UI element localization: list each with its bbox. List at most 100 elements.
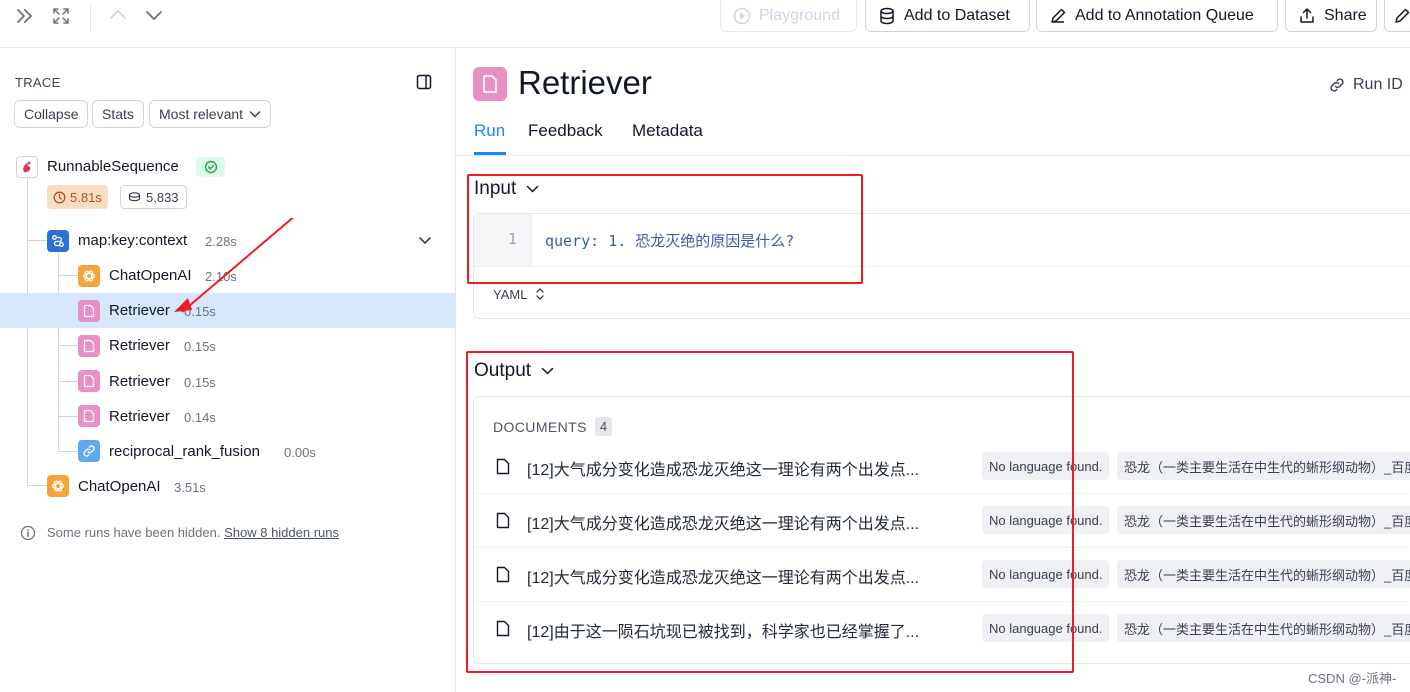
fullscreen-icon[interactable]: [51, 6, 71, 26]
document-text: [12]大气成分变化造成恐龙灭绝这一理论有两个出发点...: [527, 462, 920, 479]
openai-icon: [78, 265, 100, 287]
tree-connector: [58, 381, 78, 382]
document-icon: [496, 566, 510, 583]
document-row[interactable]: [12]大气成分变化造成恐龙灭绝这一理论有两个出发点... No languag…: [474, 494, 1410, 548]
add-to-annotation-queue-button[interactable]: Add to Annotation Queue: [1036, 0, 1278, 32]
document-row[interactable]: [12]大气成分变化造成恐龙灭绝这一理论有两个出发点... No languag…: [474, 440, 1410, 494]
sort-label: Most relevant: [159, 106, 244, 122]
toolbar-divider: [90, 4, 91, 32]
chevron-down-icon[interactable]: [144, 6, 164, 24]
share-icon: [1298, 7, 1316, 25]
top-toolbar: Playground Add to Dataset Add to Annotat…: [0, 0, 1410, 48]
document-row[interactable]: [12]由于这一陨石坑现已被找到，科学家也已经掌握了... No languag…: [474, 602, 1410, 656]
tab-metadata[interactable]: Metadata: [632, 121, 703, 141]
annotation-arrow: [174, 218, 295, 313]
trace-node-time: 3.51s: [174, 480, 206, 495]
info-icon: [20, 525, 36, 541]
watermark: CSDN @-派神-: [1308, 671, 1397, 686]
input-card: 1 query: 1. 恐龙灭绝的原因是什么? YAML: [473, 213, 1410, 319]
tree-connector: [58, 275, 78, 276]
retriever-icon: [78, 370, 100, 392]
run-detail-panel: Retriever Run ID Run Feedback Metadata I…: [457, 48, 1410, 692]
document-text: [12]大气成分变化造成恐龙灭绝这一理论有两个出发点...: [527, 516, 920, 533]
output-section-toggle[interactable]: Output: [474, 360, 554, 382]
link-icon: [78, 440, 100, 462]
active-tab-indicator: [474, 152, 506, 155]
retriever-icon: [78, 300, 100, 322]
format-select[interactable]: YAML: [493, 286, 545, 302]
format-label: YAML: [493, 286, 528, 302]
playground-button[interactable]: Playground: [720, 0, 857, 32]
tab-run[interactable]: Run: [474, 121, 505, 141]
share-button[interactable]: Share: [1285, 0, 1377, 32]
run-id-button[interactable]: Run ID: [1328, 76, 1403, 94]
output-card: DOCUMENTS 4 [12]大气成分变化造成恐龙灭绝这一理论有两个出发点..…: [473, 396, 1410, 664]
collapse-button[interactable]: Collapse: [14, 100, 89, 128]
language-tag: No language found.: [982, 560, 1110, 588]
pencil-icon: [1049, 7, 1067, 25]
trace-node-time: 0.00s: [284, 445, 316, 460]
document-row[interactable]: [12]大气成分变化造成恐龙灭绝这一理论有两个出发点... No languag…: [474, 548, 1410, 602]
input-section-toggle[interactable]: Input: [474, 178, 539, 200]
add-to-dataset-button[interactable]: Add to Dataset: [865, 0, 1030, 32]
link-icon: [1328, 76, 1346, 94]
share-label: Share: [1324, 6, 1367, 24]
chevron-down-icon: [541, 366, 554, 376]
language-tag: No language found.: [982, 614, 1110, 642]
playground-label: Playground: [759, 6, 840, 24]
trace-node-label[interactable]: reciprocal_rank_fusion: [109, 443, 260, 460]
source-tag: 恐龙（一类主要生活在中生代的蜥形纲动物）_百度: [1117, 506, 1410, 534]
source-tag: 恐龙（一类主要生活在中生代的蜥形纲动物）_百度: [1117, 560, 1410, 588]
play-circle-icon: [733, 7, 751, 25]
edit-icon: [1393, 7, 1410, 25]
document-icon: [496, 458, 510, 475]
document-icon: [496, 620, 510, 637]
tree-connector: [58, 416, 78, 417]
tree-connector: [58, 251, 59, 450]
documents-count-badge: 4: [594, 417, 613, 436]
retriever-icon: [78, 335, 100, 357]
language-tag: No language found.: [982, 452, 1110, 480]
tree-connector: [58, 451, 78, 452]
output-title: Output: [474, 360, 532, 381]
input-code[interactable]: query: 1. 恐龙灭绝的原因是什么?: [545, 230, 794, 251]
trace-node-label[interactable]: Retriever: [109, 408, 170, 425]
sort-select[interactable]: Most relevant: [149, 100, 272, 128]
collapse-label: Collapse: [24, 106, 79, 122]
trace-node-time: 0.15s: [184, 375, 216, 390]
tree-connector: [27, 179, 28, 485]
add-to-dataset-label: Add to Dataset: [904, 6, 1010, 24]
retriever-icon: [78, 405, 100, 427]
stats-button[interactable]: Stats: [92, 100, 144, 128]
chevron-down-icon[interactable]: [418, 234, 432, 246]
retriever-icon: [473, 67, 507, 101]
token-badge: 5,833: [120, 185, 187, 209]
edit-button[interactable]: [1384, 0, 1410, 32]
coins-icon: [128, 191, 141, 203]
document-text: [12]大气成分变化造成恐龙灭绝这一理论有两个出发点...: [527, 570, 920, 587]
chevron-up-icon[interactable]: [108, 6, 128, 24]
stats-label: Stats: [102, 106, 134, 122]
trace-root-label[interactable]: RunnableSequence: [47, 158, 179, 175]
trace-node-label[interactable]: Retriever: [109, 337, 170, 354]
source-tag: 恐龙（一类主要生活在中生代的蜥形纲动物）_百度: [1117, 452, 1410, 480]
latency-value: 5.81s: [70, 189, 102, 205]
tree-connector: [27, 485, 47, 486]
trace-node-label[interactable]: ChatOpenAI: [78, 478, 161, 495]
trace-node-time: 0.15s: [184, 339, 216, 354]
document-icon: [496, 512, 510, 529]
chevron-down-icon: [526, 184, 539, 194]
show-hidden-runs-link[interactable]: Show 8 hidden runs: [224, 525, 339, 540]
tree-connector: [27, 240, 47, 241]
tabs-divider: [457, 155, 1410, 156]
tab-feedback[interactable]: Feedback: [528, 121, 603, 141]
sidebar-toggle-icon[interactable]: [416, 74, 432, 90]
chain-node-icon: [47, 230, 69, 252]
trace-panel: TRACE Collapse Stats Most relevant Runna…: [0, 48, 456, 692]
chain-app-icon: [16, 156, 38, 178]
trace-node-label[interactable]: Retriever: [109, 373, 170, 390]
success-check-icon: [196, 157, 225, 177]
tree-connector: [58, 345, 78, 346]
token-count: 5,833: [146, 189, 179, 205]
expand-panel-icon[interactable]: [14, 6, 36, 26]
